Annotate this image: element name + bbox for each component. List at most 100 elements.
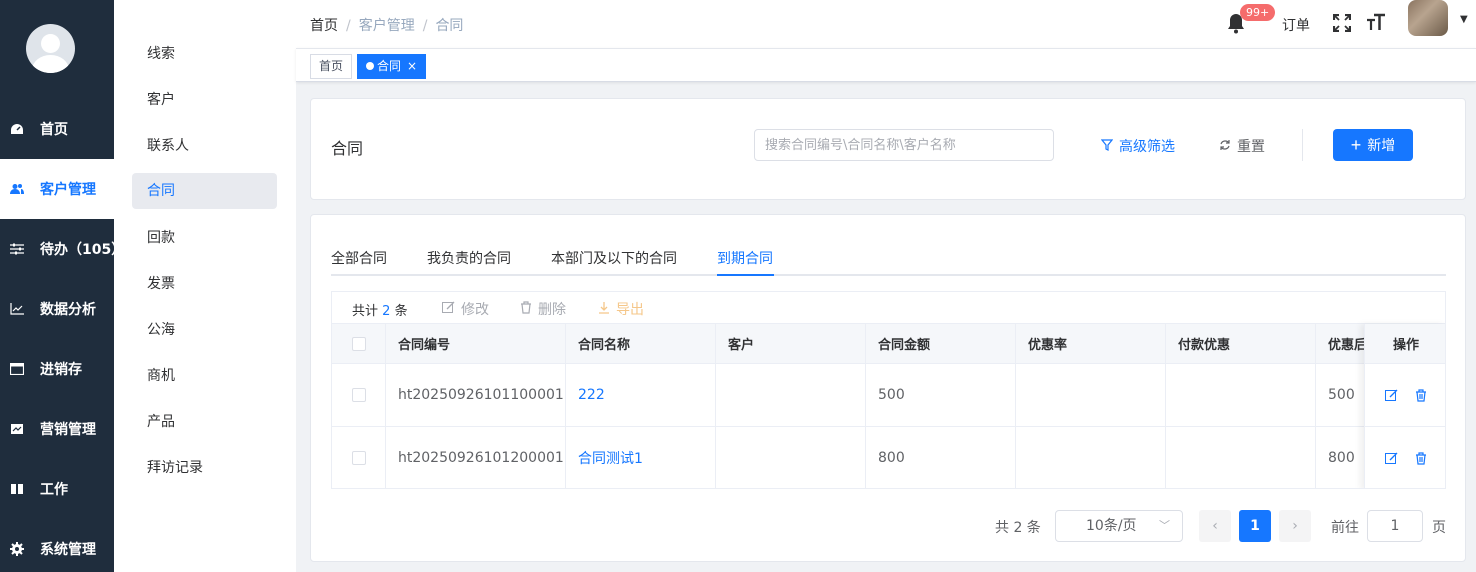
row-checkbox[interactable]	[352, 388, 366, 402]
edit-button[interactable]: 修改	[442, 299, 489, 319]
sidebar-item-label: 客户管理	[40, 182, 96, 198]
page-number-button[interactable]: 1	[1239, 510, 1271, 542]
sidebar-item-system[interactable]: 系统管理	[0, 519, 114, 572]
order-link[interactable]: 订单	[1282, 15, 1310, 35]
select-all-checkbox[interactable]	[352, 336, 366, 351]
col-contract-name[interactable]: 合同名称	[566, 324, 716, 363]
tab-my-contracts[interactable]: 我负责的合同	[427, 248, 511, 268]
marketing-icon	[10, 422, 24, 436]
reset-label: 重置	[1237, 139, 1265, 155]
sidebar-item-inventory[interactable]: 进销存	[0, 339, 114, 399]
tab-expired-contracts[interactable]: 到期合同	[717, 248, 773, 268]
chevron-right-icon: ›	[1292, 518, 1298, 534]
sidebar-item-data-analysis[interactable]: 数据分析	[0, 279, 114, 339]
subnav-item-payments[interactable]: 回款	[132, 220, 277, 256]
cell-contract-no: ht20250926101100001	[386, 364, 566, 426]
sidebar-item-home[interactable]: 首页	[0, 99, 114, 159]
subnav-item-customers[interactable]: 客户	[132, 82, 277, 118]
tab-active-bar	[717, 274, 774, 276]
table-row[interactable]: ht20250926101200001 合同测试1 800 800	[332, 427, 1445, 488]
table-toolbar: 共计 2 条 修改 删除 导出	[332, 292, 1445, 324]
sidebar-item-label: 待办（105）	[40, 242, 126, 258]
subnav-item-opportunities[interactable]: 商机	[132, 358, 277, 394]
reset-button[interactable]: 重置	[1219, 136, 1265, 156]
edit-icon[interactable]	[1384, 388, 1398, 402]
delete-button[interactable]: 删除	[520, 299, 566, 319]
page-suffix: 页	[1432, 520, 1446, 536]
tag-home[interactable]: 首页	[310, 54, 353, 79]
avatar[interactable]	[1408, 0, 1448, 36]
cell-payment-discount	[1166, 427, 1316, 488]
breadcrumb-home[interactable]: 首页	[310, 18, 338, 34]
subnav-item-contracts[interactable]: 合同	[132, 173, 277, 209]
add-label: 新增	[1367, 137, 1396, 153]
book-icon	[10, 482, 24, 496]
sidebar-item-label: 工作	[40, 482, 68, 498]
sidebar-item-label: 进销存	[40, 362, 82, 378]
col-customer[interactable]: 客户	[716, 324, 866, 363]
sidebar-item-label: 营销管理	[40, 422, 96, 438]
trash-icon	[520, 300, 532, 318]
page-size-select[interactable]: 10条/页 ﹀	[1055, 510, 1183, 542]
subnav-item-contacts[interactable]: 联系人	[132, 128, 277, 164]
record-count: 共计 2 条	[352, 304, 408, 319]
trash-icon[interactable]	[1414, 451, 1428, 465]
cell-amount: 500	[866, 364, 1016, 426]
caret-down-icon[interactable]: ▼	[1460, 14, 1468, 25]
plus-icon: +	[1350, 135, 1362, 155]
page-title: 合同	[331, 139, 364, 158]
advanced-filter-button[interactable]: 高级筛选	[1100, 136, 1175, 156]
sub-sidebar: 线索 客户 联系人 合同 回款 发票 公海 商机 产品 拜访记录	[114, 0, 296, 572]
breadcrumb-customer-management[interactable]: 客户管理	[359, 18, 415, 34]
add-button[interactable]: + 新增	[1333, 129, 1413, 161]
sidebar-item-work[interactable]: 工作	[0, 459, 114, 519]
close-icon[interactable]: ×	[407, 59, 417, 73]
trash-icon[interactable]	[1414, 388, 1428, 402]
breadcrumb: 首页 / 客户管理 / 合同	[310, 18, 464, 34]
sidebar-item-customer-management[interactable]: 客户管理	[0, 159, 114, 219]
export-button[interactable]: 导出	[598, 299, 644, 319]
next-page-button[interactable]: ›	[1279, 510, 1311, 542]
subnav-item-products[interactable]: 产品	[132, 404, 277, 440]
prev-page-button[interactable]: ‹	[1199, 510, 1231, 542]
cell-discount-rate	[1016, 427, 1166, 488]
subnav-item-invoices[interactable]: 发票	[132, 266, 277, 302]
pagination-total: 共 2 条	[995, 520, 1041, 536]
font-size-icon[interactable]	[1366, 12, 1386, 36]
row-actions	[1365, 427, 1445, 488]
refresh-icon	[1219, 139, 1231, 154]
tag-contract[interactable]: 合同 ×	[357, 54, 427, 79]
chart-icon	[10, 302, 24, 316]
cell-contract-name-link[interactable]: 222	[566, 364, 716, 426]
table-card: 全部合同 我负责的合同 本部门及以下的合同 到期合同 共计 2 条 修改 删除	[310, 214, 1466, 562]
main-sidebar: 首页 客户管理 待办（105） 数据分析 进销存 营销管理 工作 系统管理	[0, 0, 125, 572]
inventory-icon	[10, 362, 24, 376]
cell-contract-name-link[interactable]: 合同测试1	[566, 427, 716, 488]
col-amount[interactable]: 合同金额	[866, 324, 1016, 363]
fullscreen-icon[interactable]	[1332, 13, 1352, 33]
advanced-filter-label: 高级筛选	[1119, 139, 1175, 155]
tag-label: 合同	[377, 59, 402, 73]
col-payment-discount[interactable]: 付款优惠	[1166, 324, 1316, 363]
users-icon	[10, 182, 24, 196]
subnav-item-public-pool[interactable]: 公海	[132, 312, 277, 348]
col-contract-no[interactable]: 合同编号	[386, 324, 566, 363]
cell-contract-no: ht20250926101200001	[386, 427, 566, 488]
subnav-item-leads[interactable]: 线索	[132, 36, 277, 72]
sidebar-item-label: 首页	[40, 122, 68, 138]
table-row[interactable]: ht20250926101100001 222 500 500	[332, 364, 1445, 427]
contract-tabs: 全部合同 我负责的合同 本部门及以下的合同 到期合同	[331, 241, 1446, 276]
row-checkbox[interactable]	[352, 451, 366, 465]
top-header: 首页 / 客户管理 / 合同 99+ 订单 ▼	[296, 0, 1476, 48]
tab-all-contracts[interactable]: 全部合同	[331, 248, 387, 268]
col-discount-rate[interactable]: 优惠率	[1016, 324, 1166, 363]
subnav-item-visits[interactable]: 拜访记录	[132, 450, 277, 486]
search-input[interactable]	[754, 129, 1054, 161]
goto-page-input[interactable]	[1367, 510, 1423, 542]
edit-icon[interactable]	[1384, 451, 1398, 465]
sidebar-item-marketing[interactable]: 营销管理	[0, 399, 114, 459]
sidebar-item-todo[interactable]: 待办（105）	[0, 219, 125, 279]
user-avatar-placeholder[interactable]	[26, 24, 75, 73]
tab-department-contracts[interactable]: 本部门及以下的合同	[551, 248, 677, 268]
sidebar-item-label: 数据分析	[40, 302, 96, 318]
